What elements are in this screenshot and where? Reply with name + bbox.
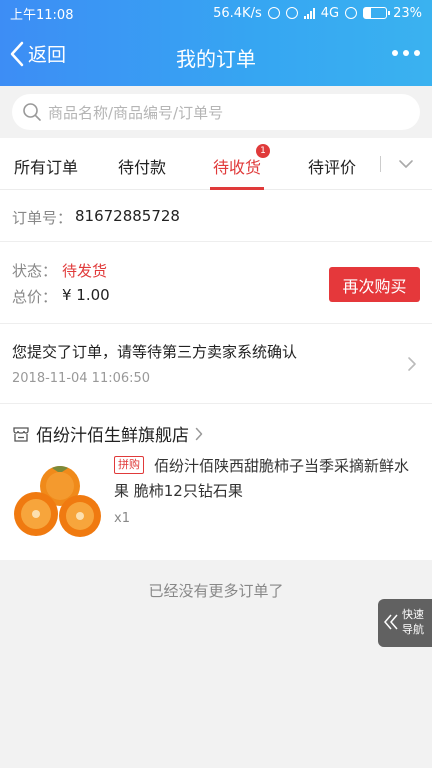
tab-pending-review[interactable]: 待评价	[308, 154, 356, 178]
status-value: 待发货	[62, 262, 108, 280]
tab-divider	[380, 156, 381, 172]
order-number: 81672885728	[75, 207, 180, 225]
chevron-down-icon[interactable]	[398, 158, 414, 170]
battery-icon	[363, 7, 391, 19]
rebuy-button[interactable]: 再次购买	[329, 267, 420, 302]
quick-nav-label: 快速导航	[402, 608, 424, 636]
tab-badge: 1	[256, 144, 270, 158]
search-input[interactable]: 商品名称/商品编号/订单号	[12, 94, 420, 130]
net-speed: 56.4K/s	[213, 5, 262, 21]
sync-icon	[267, 7, 280, 19]
order-number-label: 订单号：	[12, 209, 73, 227]
order-number-row: 订单号： 81672885728	[0, 190, 432, 242]
battery-level: 23%	[393, 5, 422, 21]
status-time: 上午11:08	[10, 7, 74, 23]
chevron-right-icon	[195, 427, 203, 440]
total-value: ¥ 1.00	[62, 286, 110, 304]
alarm-icon	[285, 7, 298, 19]
tracking-time: 2018-11-04 11:06:50	[12, 371, 151, 386]
top-bar: 上午11:08 56.4K/s 4G 23% 返回 我的订单	[0, 0, 432, 86]
order-status-row: 状态： 待发货 总价： ¥ 1.00 再次购买	[0, 242, 432, 324]
product-image[interactable]	[12, 462, 102, 540]
search-area: 商品名称/商品编号/订单号	[0, 86, 432, 138]
more-dots-icon[interactable]	[392, 42, 420, 64]
order-tabs: 所有订单 待付款 待收货 1 待评价	[0, 138, 432, 190]
shop-section: 佰纷汁佰生鲜旗舰店 拼购 佰纷汁佰陕西甜脆柿子当季采摘新鲜水果 脆柿12只钻石果…	[0, 404, 432, 560]
page-title: 我的订单	[176, 47, 256, 71]
chevron-right-icon	[408, 357, 416, 371]
tab-all-orders[interactable]: 所有订单	[14, 154, 78, 178]
shop-header[interactable]: 佰纷汁佰生鲜旗舰店	[12, 421, 203, 446]
signal-icon	[303, 7, 315, 19]
tracking-message: 您提交了订单，请等待第三方卖家系统确认	[12, 343, 298, 361]
search-placeholder: 商品名称/商品编号/订单号	[48, 103, 224, 122]
double-chevron-left-icon	[384, 614, 398, 630]
store-icon	[13, 426, 29, 442]
status-indicators: 56.4K/s 4G 23%	[213, 6, 422, 21]
order-tracking-row[interactable]: 您提交了订单，请等待第三方卖家系统确认 2018-11-04 11:06:50	[0, 324, 432, 404]
nav-bar: 返回 我的订单	[0, 26, 432, 86]
product-title[interactable]: 佰纷汁佰陕西甜脆柿子当季采摘新鲜水果 脆柿12只钻石果	[114, 454, 414, 504]
shop-name: 佰纷汁佰生鲜旗舰店	[36, 426, 189, 446]
product-quantity: x1	[114, 511, 130, 526]
charging-icon	[345, 7, 358, 19]
tab-pending-payment[interactable]: 待付款	[118, 154, 166, 178]
quick-nav-button[interactable]: 快速导航	[378, 599, 432, 647]
no-more-orders: 已经没有更多订单了	[148, 582, 284, 600]
tab-pending-receipt[interactable]: 待收货	[213, 154, 261, 178]
total-label: 总价：	[12, 288, 58, 306]
network-type: 4G	[320, 5, 340, 21]
status-label: 状态：	[12, 262, 58, 280]
search-icon	[23, 103, 41, 121]
status-bar: 上午11:08 56.4K/s 4G 23%	[0, 0, 432, 26]
